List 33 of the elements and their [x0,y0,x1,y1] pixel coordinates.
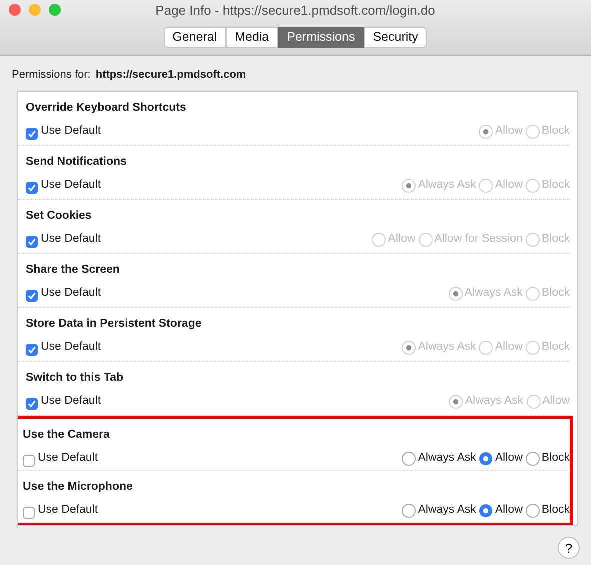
use-default-checkbox[interactable]: Use Default [26,177,102,194]
window-title: Page Info - https://secure1.pmdsoft.com/login.do [156,3,436,18]
permission-title: Use the Microphone [23,480,134,494]
use-default-checkbox[interactable]: Use Default [26,393,102,410]
minimize-icon[interactable] [29,4,41,16]
radio-option[interactable]: Always Ask [402,450,476,468]
permissions-for-label: Permissions for: [12,68,91,83]
tab[interactable]: Security [364,27,428,48]
use-default-checkbox[interactable]: Use Default [23,450,98,468]
radio-option[interactable]: Block [526,502,570,520]
use-default-checkbox[interactable]: Use Default [26,231,102,248]
tab[interactable]: Permissions [278,27,364,48]
close-icon[interactable] [9,4,21,16]
permission-title: Use the Camera [23,428,111,442]
use-default-checkbox[interactable]: Use Default [23,502,98,520]
radio-option[interactable]: Allow [479,450,523,468]
help-button[interactable]: ? [558,537,580,559]
radio-option[interactable]: Always Ask [402,502,476,520]
use-default-checkbox[interactable]: Use Default [26,339,102,356]
radio-option[interactable]: Allow [479,502,523,520]
radio-option[interactable]: Block [526,450,570,468]
use-default-checkbox[interactable]: Use Default [26,285,102,302]
permission-title: Switch to this Tab [26,371,125,385]
permission-title: Share the Screen [26,263,121,277]
permission-title: Set Cookies [26,209,93,223]
permission-title: Send Notifications [26,155,128,169]
permission-title: Store Data in Persistent Storage [26,317,203,331]
use-default-checkbox[interactable]: Use Default [26,123,102,140]
zoom-icon[interactable] [49,4,61,16]
tab[interactable]: Media [226,27,278,48]
permission-title: Override Keyboard Shortcuts [26,101,188,115]
tab[interactable]: General [164,27,226,48]
site-address: https://secure1.pmdsoft.com [96,68,246,83]
